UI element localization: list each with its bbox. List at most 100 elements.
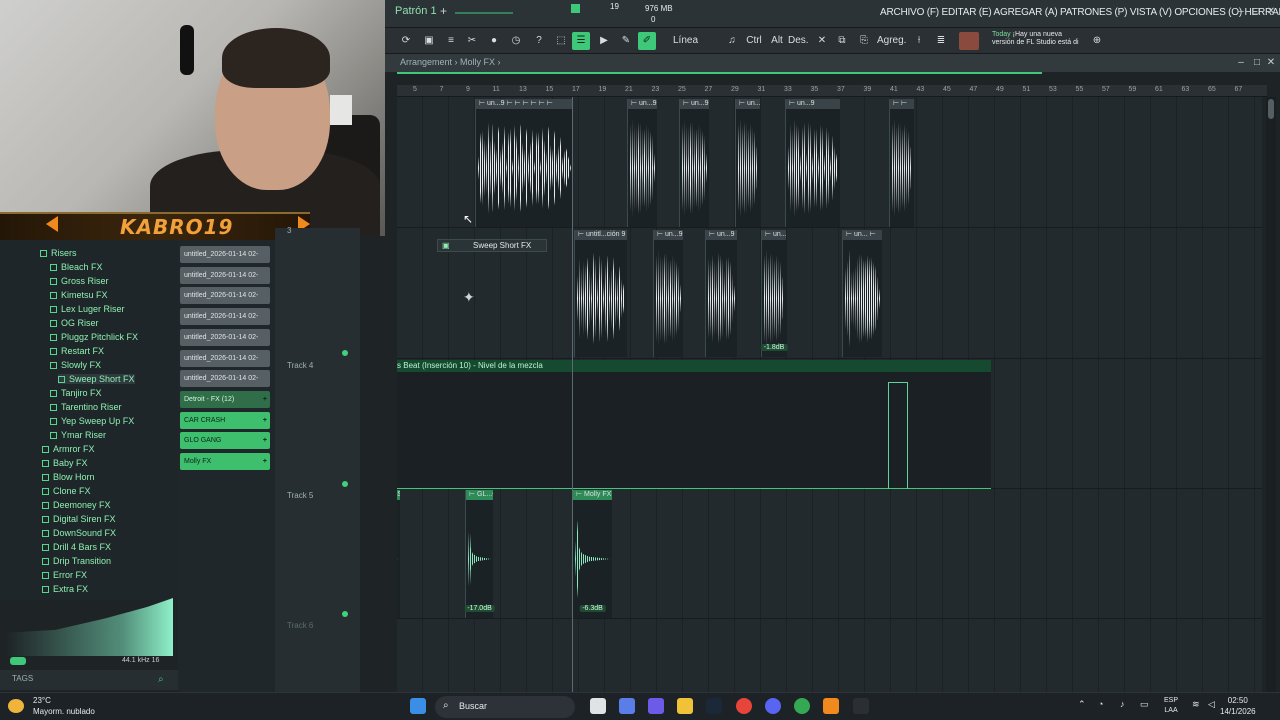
teams-icon[interactable] <box>648 698 664 714</box>
browser-item[interactable]: Pluggz Pitchlick FX <box>50 332 138 342</box>
main-menu[interactable]: ARCHIVO (F) EDITAR (E) AGREGAR (A) PATRO… <box>880 7 1280 18</box>
browser-item[interactable]: Clone FX <box>42 486 91 496</box>
file-explorer-icon[interactable] <box>677 698 693 714</box>
save-icon[interactable]: ▣ <box>420 32 438 50</box>
clip-header[interactable]: ⊢ un...9 <box>786 99 840 109</box>
channel-button[interactable]: CAR CRASH + <box>180 411 270 429</box>
clip-header[interactable]: ⊢ untitl...ción 9 <box>575 230 627 240</box>
channel-add-icon[interactable]: + <box>263 412 267 429</box>
weather-widget[interactable]: 23°C Mayorm. nublado <box>33 695 95 717</box>
browser-item[interactable]: DownSound FX <box>42 528 116 538</box>
channel-add-icon[interactable]: + <box>263 391 267 408</box>
copilot-icon[interactable] <box>619 698 635 714</box>
playlist-close-icon[interactable]: ✕ <box>1265 57 1277 68</box>
metronome-icon[interactable]: ◷ <box>507 32 525 50</box>
steam-icon[interactable] <box>706 698 722 714</box>
browser-item[interactable]: Tarentino Riser <box>50 402 122 412</box>
audio-clip[interactable]: ⊢ un...9 <box>653 230 683 357</box>
browser-item[interactable]: Extra FX <box>42 584 88 594</box>
timeline-ruler[interactable]: 5 7 9 11 13 15 17 19 21 23 25 27 29 31 33 35 37 39 41 43 45 4… <box>397 85 1267 97</box>
list-icon[interactable]: ≣ <box>932 32 950 50</box>
channel-button[interactable]: untitled_2026-01-14 02- <box>180 287 270 305</box>
display-tray-icon[interactable]: ▭ <box>1140 699 1149 710</box>
floating-sample[interactable]: ▣ Sweep Short FX <box>437 239 547 252</box>
plugin-icon[interactable]: ⍿ <box>910 32 928 50</box>
track-5-mute-icon[interactable] <box>342 611 348 617</box>
line-mode-button[interactable]: Línea <box>673 32 698 50</box>
browser-item[interactable]: Kimetsu FX <box>50 290 108 300</box>
paste-icon[interactable]: ⎘ <box>855 32 873 50</box>
audio-clip[interactable]: ⊢ un...9 <box>679 99 709 227</box>
playlist-tracks[interactable]: ↗Gross Beat (Inserción 10) - Nivel de la… <box>397 97 1262 692</box>
channel-button[interactable]: untitled_2026-01-14 02- <box>180 349 270 367</box>
channel-button[interactable]: untitled_2026-01-14 02- <box>180 308 270 326</box>
tray-app-icon[interactable]: ◔ <box>1098 699 1103 709</box>
clip-header[interactable]: ⊢ un...9 <box>762 230 786 240</box>
chrome-icon[interactable] <box>736 698 752 714</box>
playlist-maximize-icon[interactable]: □ <box>1251 57 1263 68</box>
copy-icon[interactable]: ⧉ <box>833 32 851 50</box>
playlist-icon[interactable]: ☰ <box>572 32 590 50</box>
clip-header[interactable]: ⊢ GL...G <box>466 490 493 500</box>
browser-item[interactable]: OG Riser <box>50 318 99 328</box>
chrome-profile-icon[interactable] <box>794 698 810 714</box>
fl-online-icon[interactable]: ⊕ <box>1088 32 1106 50</box>
typing-keyboard-icon[interactable]: ♫ <box>723 32 741 50</box>
help-icon[interactable]: ? <box>530 32 548 50</box>
browser-item[interactable]: Restart FX <box>50 346 104 356</box>
browser-item[interactable]: Gross Riser <box>50 276 109 286</box>
paint-icon[interactable]: ✐ <box>638 32 656 50</box>
volume-icon[interactable]: ◁ <box>1208 699 1215 710</box>
automation-clip-header[interactable]: ↗Gross Beat (Inserción 10) - Nivel de la… <box>397 360 991 372</box>
clip-header[interactable]: ⊢ ⊢ <box>890 99 914 109</box>
browser-item[interactable]: Deemoney FX <box>42 500 111 510</box>
browser-item[interactable]: Tanjiro FX <box>50 388 102 398</box>
audio-clip[interactable]: ⊢ GL...G -17.0dB <box>464 490 495 618</box>
browser-item[interactable]: Drip Transition <box>42 556 111 566</box>
clip-header[interactable]: ⊢ un...9 <box>706 230 737 240</box>
lane-4[interactable] <box>397 489 1262 619</box>
news-ticker[interactable]: Today ¡Hay una nueva versión de FL Studi… <box>992 31 1082 47</box>
clip-header[interactable]: ⊢ un...9 <box>654 230 683 240</box>
audio-clip[interactable]: ⊢ ⊢ <box>889 99 914 227</box>
channel-button[interactable]: untitled_2026-01-14 02- <box>180 370 270 388</box>
horizontal-scroll-thumb[interactable] <box>397 72 1042 74</box>
browser-item[interactable]: Sweep Short FX <box>58 374 135 384</box>
snap-icon[interactable]: ⬚ <box>552 32 570 50</box>
browser-item[interactable]: Armror FX <box>42 444 95 454</box>
channel-button[interactable]: untitled_2026-01-14 02- <box>180 328 270 346</box>
clip-header[interactable]: ⊢ un...9 <box>680 99 709 109</box>
close-icon[interactable]: ✕ <box>1265 6 1277 17</box>
song-position-slider[interactable] <box>455 6 515 20</box>
audio-clip[interactable]: ⊢ untitl...ción 9 <box>574 230 627 357</box>
pattern-selector[interactable]: Patrón 1 <box>395 5 437 17</box>
browser-item[interactable]: Lex Luger Riser <box>50 304 125 314</box>
alt-button[interactable]: Alt <box>768 32 786 50</box>
browser-item[interactable]: Ymar Riser <box>50 430 106 440</box>
task-view-icon[interactable] <box>590 698 606 714</box>
clip-header[interactable]: ⊢ un...9 <box>628 99 657 109</box>
vertical-scrollbar[interactable] <box>1266 97 1276 692</box>
browser-item[interactable]: Baby FX <box>42 458 88 468</box>
play-icon[interactable]: ▶ <box>595 32 613 50</box>
audio-clip[interactable]: ⊢ un...9 <box>735 99 760 227</box>
microphone-tray-icon[interactable]: ♪ <box>1120 699 1125 709</box>
playhead[interactable] <box>572 97 573 692</box>
channel-button[interactable]: Molly FX + <box>180 453 270 470</box>
add-button[interactable]: Agreg. <box>877 32 906 50</box>
browser-item[interactable]: Drill 4 Bars FX <box>42 542 111 552</box>
delete-icon[interactable]: ✕ <box>813 32 831 50</box>
audio-clip[interactable]: ⊢ un...9 -1.8dB <box>760 230 788 357</box>
browser-item[interactable]: Blow Horn <box>42 472 95 482</box>
audio-clip[interactable]: ⊢ un...9 <box>627 99 657 227</box>
obs-icon[interactable] <box>853 698 869 714</box>
cut-icon[interactable]: ✂ <box>463 32 481 50</box>
clip-header[interactable]: ⊢ un... ⊢ <box>843 230 882 240</box>
clip-header[interactable]: ⊢ un...9 <box>736 99 760 109</box>
draw-icon[interactable]: ✎ <box>617 32 635 50</box>
clip-header[interactable]: ⊢ Molly FX <box>573 490 612 500</box>
audio-clip[interactable]: ⊢ un...9 <box>785 99 840 227</box>
fl-studio-icon[interactable] <box>823 698 839 714</box>
browser-item[interactable]: Yep Sweep Up FX <box>50 416 134 426</box>
browser-item[interactable]: Bleach FX <box>50 262 103 272</box>
